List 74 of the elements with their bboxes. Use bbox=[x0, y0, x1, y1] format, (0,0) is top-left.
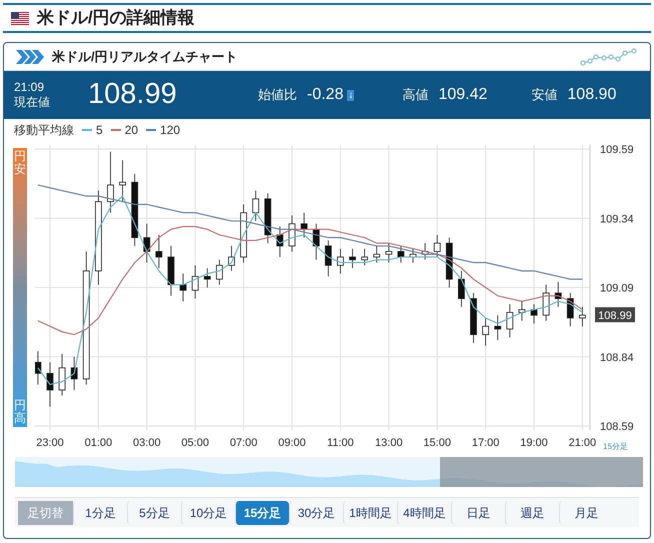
candlestick bbox=[58, 354, 66, 396]
current-price: 108.99 bbox=[88, 77, 178, 112]
interval-note: 15分足 bbox=[603, 442, 628, 451]
period-tab[interactable]: 5分足 bbox=[127, 500, 181, 524]
candlestick bbox=[156, 234, 162, 269]
x-axis-label: 09:00 bbox=[278, 437, 306, 449]
candlestick bbox=[398, 246, 404, 263]
period-tab[interactable]: 1分足 bbox=[73, 500, 127, 524]
last-price-tag: 108.99 bbox=[595, 307, 635, 322]
navigator-drawing[interactable] bbox=[15, 457, 643, 487]
x-axis-label: 05:00 bbox=[181, 437, 209, 449]
period-tab[interactable]: 4時間足 bbox=[397, 500, 451, 524]
candlestick bbox=[458, 270, 465, 308]
candlestick bbox=[434, 234, 441, 258]
candlestick bbox=[482, 318, 489, 346]
line-chart-icon bbox=[580, 48, 638, 66]
legend-label: 20 bbox=[124, 122, 138, 139]
period-tab[interactable]: 月足 bbox=[559, 500, 613, 524]
x-axis-label: 03:00 bbox=[133, 437, 161, 449]
candlestick bbox=[337, 248, 344, 274]
period-tab[interactable]: 1時間足 bbox=[343, 500, 397, 524]
x-axis-label: 23:00 bbox=[36, 437, 64, 449]
x-axis-label: 13:00 bbox=[375, 437, 403, 449]
period-tab[interactable]: 週足 bbox=[505, 500, 559, 524]
y-axis-label: 108.59 bbox=[600, 421, 634, 433]
candlestick bbox=[300, 212, 308, 238]
quote-time: 21:09 bbox=[14, 80, 46, 95]
candlestick bbox=[35, 350, 42, 385]
x-axis-label: 19:00 bbox=[520, 437, 548, 449]
candlestick bbox=[361, 248, 368, 266]
change-value: -0.28 bbox=[307, 85, 344, 105]
candlestick bbox=[204, 268, 211, 288]
high-label: 高値 bbox=[402, 86, 428, 104]
candlestick bbox=[107, 151, 114, 214]
candlestick bbox=[119, 160, 126, 202]
y-axis-label: 109.34 bbox=[600, 213, 634, 226]
y-axis-label: 108.84 bbox=[600, 352, 634, 364]
period-tab[interactable]: 15分足 bbox=[235, 500, 289, 524]
candlestick bbox=[506, 304, 514, 338]
period-switch-label: 足切替 bbox=[18, 500, 73, 524]
candlestick bbox=[252, 190, 260, 222]
candlestick bbox=[385, 242, 392, 263]
candlestick bbox=[542, 284, 550, 322]
x-axis-label: 21:00 bbox=[568, 437, 596, 449]
page-title: 米ドル/円の詳細情報 bbox=[37, 7, 195, 30]
x-axis-label: 11:00 bbox=[327, 437, 354, 449]
y-axis-label: 109.09 bbox=[600, 282, 634, 294]
candlestick bbox=[349, 248, 356, 269]
candlestick bbox=[288, 215, 296, 252]
low-value: 108.90 bbox=[567, 85, 616, 105]
y-axis-label: 109.59 bbox=[600, 144, 634, 156]
period-tab[interactable]: 30分足 bbox=[289, 500, 343, 524]
candlestick bbox=[494, 314, 502, 341]
x-axis-label: 01:00 bbox=[84, 437, 112, 449]
yen-weak-label: 円安 bbox=[14, 150, 26, 176]
legend-label: 120 bbox=[160, 122, 180, 139]
candlestick bbox=[46, 362, 54, 408]
legend-label: 5 bbox=[96, 122, 103, 139]
card-title: 米ドル/円リアルタイムチャート bbox=[52, 48, 238, 66]
x-axis-label: 07:00 bbox=[230, 437, 258, 449]
chevrons-icon bbox=[16, 50, 44, 64]
x-axis-label: 15:00 bbox=[423, 437, 451, 449]
candlestick bbox=[216, 259, 223, 286]
candlestick bbox=[579, 306, 586, 327]
current-price-label: 現在値 bbox=[14, 95, 51, 110]
period-tab[interactable]: 日足 bbox=[451, 500, 505, 524]
candlestick bbox=[373, 246, 380, 263]
x-axis-label: 17:00 bbox=[472, 437, 500, 449]
yen-strong-label: 円高 bbox=[14, 398, 26, 425]
high-value: 109.42 bbox=[438, 85, 488, 105]
flag-icon bbox=[11, 12, 29, 24]
change-label: 始値比 bbox=[258, 86, 297, 104]
legend-title: 移動平均線 bbox=[14, 122, 74, 139]
low-label: 安値 bbox=[531, 86, 558, 104]
